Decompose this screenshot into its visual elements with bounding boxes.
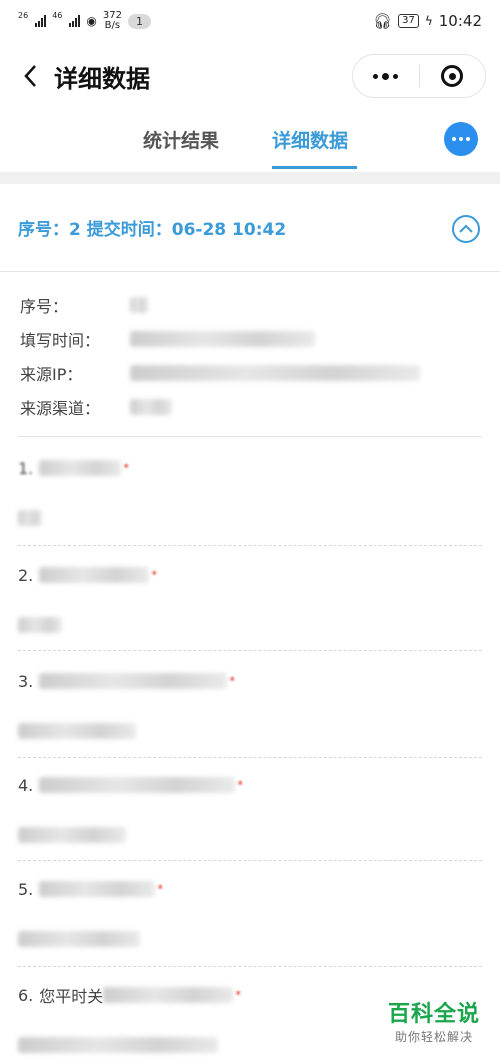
question-answer [18, 503, 482, 533]
question-item: 1. * [18, 453, 482, 533]
headphone-icon: 🎧︎ [373, 12, 393, 30]
redacted-answer [18, 617, 62, 633]
tab-bar: 统计结果 详细数据 [0, 112, 500, 172]
signal-2-label: 46 [52, 11, 63, 20]
required-mark: * [123, 461, 130, 475]
question-number: 6. [18, 985, 34, 1005]
redacted-value [130, 331, 315, 347]
watermark-slogan: 助你轻松解决 [394, 1030, 473, 1044]
redacted-question [103, 987, 234, 1003]
tab-detail[interactable]: 详细数据 [272, 126, 348, 153]
submission-meta: 序号： 填写时间： 来源IP： 来源渠道： [20, 288, 480, 424]
signal-1-label: 26 [18, 11, 29, 20]
page-title: 详细数据 [54, 64, 150, 93]
meta-label: 来源渠道： [20, 399, 101, 418]
question-number: 4. [18, 775, 34, 795]
redacted-answer [18, 827, 126, 843]
charging-icon: ϟ [424, 14, 433, 28]
divider [18, 966, 482, 967]
signal-icon [69, 15, 81, 27]
network-speed: 372 B/s [103, 11, 122, 31]
redacted-value [130, 399, 172, 415]
dot-icon [452, 137, 456, 141]
question-item: 4. * [18, 770, 482, 850]
question-number: 2. [18, 565, 34, 585]
divider [18, 436, 482, 437]
meta-label: 序号： [20, 297, 69, 316]
tab-stats[interactable]: 统计结果 [143, 126, 219, 153]
divider [18, 757, 482, 758]
meta-label: 填写时间： [20, 331, 101, 350]
required-mark: * [151, 568, 158, 582]
record-header-text: 序号：2 提交时间：06-28 10:42 [18, 220, 287, 240]
wifi-icon: ◉ [86, 14, 97, 28]
meta-row-seq: 序号： [20, 288, 480, 322]
question-answer [18, 610, 482, 640]
speed-unit: B/s [104, 20, 121, 31]
mini-program-capsule [352, 54, 486, 98]
required-mark: * [229, 674, 236, 688]
redacted-question [39, 567, 150, 583]
question-title: 1. * [18, 453, 482, 483]
redacted-answer [18, 510, 42, 526]
record-header[interactable]: 序号：2 提交时间：06-28 10:42 [0, 184, 500, 272]
question-answer [18, 924, 482, 954]
question-title: 4. * [18, 770, 482, 800]
redacted-answer [18, 1037, 218, 1053]
divider [18, 650, 482, 651]
required-mark: * [157, 882, 164, 896]
battery-icon: 37 [398, 14, 419, 28]
divider [18, 545, 482, 546]
question-title: 5. * [18, 874, 482, 904]
target-icon [441, 65, 464, 87]
notification-badge: 1 [127, 13, 151, 29]
question-answer [18, 716, 482, 746]
redacted-value [130, 297, 148, 313]
redacted-answer [18, 931, 140, 947]
collapse-button[interactable] [452, 215, 480, 243]
required-mark: * [237, 778, 244, 792]
close-miniprogram-button[interactable] [420, 55, 486, 97]
back-button[interactable] [12, 58, 48, 94]
dot-icon [466, 137, 470, 141]
more-menu-button[interactable] [353, 55, 419, 97]
question-item: 5. * [18, 874, 482, 954]
redacted-value [130, 365, 420, 381]
redacted-question [39, 460, 122, 476]
meta-row-ip: 来源IP： [20, 356, 480, 390]
status-bar: 26 46 ◉ 372 B/s 1 🎧︎ 37 ϟ 10:42 [0, 0, 500, 42]
question-item: 3. * [18, 666, 482, 746]
section-separator [0, 172, 500, 184]
redacted-question [39, 777, 236, 793]
redacted-question [39, 673, 228, 689]
watermark: 百科全说 助你轻松解决 [383, 994, 484, 1047]
question-number: 5. [18, 879, 34, 899]
question-title: 3. * [18, 666, 482, 696]
meta-row-time: 填写时间： [20, 322, 480, 356]
redacted-question [39, 881, 156, 897]
dot-icon [459, 137, 463, 141]
redacted-answer [18, 723, 136, 739]
meta-label: 来源IP： [20, 365, 83, 384]
question-title-fragment: 您平时关 [39, 987, 104, 1006]
clock: 10:42 [438, 12, 482, 30]
question-answer [18, 820, 482, 850]
more-options-button[interactable] [444, 122, 478, 156]
watermark-brand: 百科全说 [387, 1002, 480, 1027]
question-number: 1. [18, 458, 34, 478]
divider [18, 860, 482, 861]
required-mark: * [235, 988, 242, 1002]
chevron-up-icon [459, 224, 473, 233]
chevron-left-icon [24, 65, 36, 87]
signal-icon [35, 15, 47, 27]
question-item: 2. * [18, 560, 482, 640]
nav-header: 详细数据 [0, 48, 500, 104]
meta-row-channel: 来源渠道： [20, 390, 480, 424]
more-dots-icon [373, 72, 399, 80]
question-title: 2. * [18, 560, 482, 590]
question-number: 3. [18, 671, 34, 691]
tab-active-indicator [272, 166, 357, 169]
